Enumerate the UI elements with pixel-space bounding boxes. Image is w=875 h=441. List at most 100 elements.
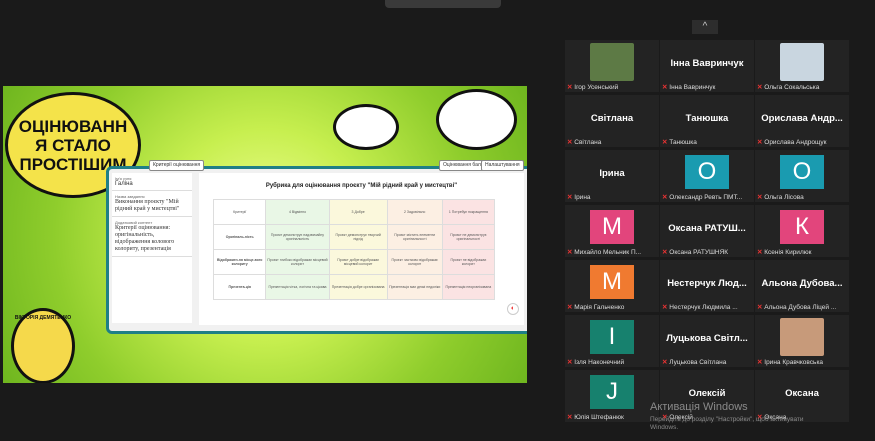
participant-label-text: Ізля Наконечний xyxy=(574,359,625,366)
windows-activation-line2: Windows. xyxy=(650,424,679,431)
participant-avatar: О xyxy=(780,155,824,189)
rubric-cell: Презентація має деякі недоліки xyxy=(386,274,443,300)
participant-tile[interactable]: Танюшка ✕ Танюшка xyxy=(660,95,754,147)
participant-label-text: Інна Вавринчук xyxy=(669,84,716,91)
participant-tile[interactable]: М ✕ Марія Гальченко xyxy=(565,260,659,312)
rubric-cell: Проєкт частково відображає колорит xyxy=(386,249,443,275)
criteria-button[interactable]: Критерії оцінювання xyxy=(149,160,205,171)
participant-tile[interactable]: Орислава Андр... ✕ Орислава Андрощук xyxy=(755,95,849,147)
participant-name-label: ✕ Ізля Наконечний xyxy=(567,358,657,366)
logo-text: ВІКТОРІЯ ДЕМЯТЕНКО xyxy=(14,315,72,321)
windows-activation-text: Перейдіть до розділу "Настройки", щоб ак… xyxy=(650,416,804,432)
participant-avatar: М xyxy=(590,210,634,244)
rubric-title: Рубрика для оцінювання проєкту "Мій рідн… xyxy=(265,183,458,189)
participant-display-name: Луцькова Світл... xyxy=(666,333,748,344)
bubble-line-2: Я СТАЛО xyxy=(35,135,111,155)
participant-label-text: Ірина Кравчковська xyxy=(764,359,824,366)
participant-tile[interactable]: Світлана ✕ Світлана xyxy=(565,95,659,147)
rubric-row: Оригіналь-ність Проєкт демонструє надзви… xyxy=(212,224,496,250)
participant-label-text: Луцькова Світлана xyxy=(669,359,727,366)
participant-name-label: ✕ Ольга Лісова xyxy=(757,193,847,201)
participant-video xyxy=(780,318,824,356)
rubric-cell: Презентація чітка, логічна та цікава xyxy=(265,274,330,300)
criterion-cell: Відображен-ня місце-вого колориту xyxy=(212,249,267,275)
participant-tile[interactable]: М ✕ Михайло Мельник П... xyxy=(565,205,659,257)
participant-tile[interactable]: К ✕ Ксенія Кирилюк xyxy=(755,205,849,257)
header-criteria: Критерії xyxy=(212,199,267,225)
rubric-table: Критерії 4 Відмінно 3 Добре 2 Задовільно… xyxy=(212,199,496,300)
participant-name-label: ✕ Орислава Андрощук xyxy=(757,138,847,146)
participant-name-label: ✕ Нестерчук Людмила ... xyxy=(662,303,752,311)
participant-tile[interactable]: Луцькова Світл... ✕ Луцькова Світлана xyxy=(660,315,754,367)
participant-label-text: Марія Гальченко xyxy=(574,304,625,311)
participant-tile[interactable]: Ірина ✕ Ірина xyxy=(565,150,659,202)
rubric-cell: Проєкт не відображає колорит xyxy=(441,249,496,275)
participant-avatar: О xyxy=(685,155,729,189)
participant-avatar: І xyxy=(590,320,634,354)
participant-display-name: Олексій xyxy=(688,388,726,399)
participant-tile[interactable]: J ✕ Юлія Штефанюк xyxy=(565,370,659,422)
participant-tile[interactable]: Нестерчук Люд... ✕ Нестерчук Людмила ... xyxy=(660,260,754,312)
participant-label-text: Орислава Андрощук xyxy=(764,139,827,146)
participant-video xyxy=(780,43,824,81)
rubric-panel: Критерії оцінювання Оцінювання балів Нал… xyxy=(106,160,527,334)
windows-activation-line1: Перейдіть до розділу "Настройки", щоб ак… xyxy=(650,416,804,423)
participant-tile[interactable]: Олексій ✕ Олексій xyxy=(660,370,754,422)
participant-tile[interactable]: Інна Вавринчук ✕ Інна Вавринчук xyxy=(660,40,754,92)
rubric-row: Відображен-ня місце-вого колориту Проєкт… xyxy=(212,249,496,275)
meeting-top-bar[interactable] xyxy=(385,0,501,8)
participant-display-name: Світлана xyxy=(590,113,634,124)
participant-name-label: ✕ Альона Дубова Ліцей ... xyxy=(757,303,847,311)
participant-tile[interactable]: Альона Дубова... ✕ Альона Дубова Ліцей ..… xyxy=(755,260,849,312)
rubric-row: Презента-ція Презентація чітка, логічна … xyxy=(212,274,496,300)
participant-name-label: ✕ Олександр Ревть ПМТ... xyxy=(662,193,752,201)
participant-name-label: ✕ Ірина Кравчковська xyxy=(757,358,847,366)
participant-display-name: Танюшка xyxy=(685,113,729,124)
student-name-value: Галіна xyxy=(115,181,133,187)
participant-label-text: Ігор Усенський xyxy=(574,84,619,91)
criterion-cell: Презента-ція xyxy=(212,274,267,300)
rubric-cell: Проєкт містить елементи оригінальності xyxy=(386,224,443,250)
rubric-cell: Презентація неорганізована xyxy=(441,274,496,300)
header-1: 1 Потребує покращення xyxy=(441,199,496,225)
participant-tile[interactable]: ✕ Ігор Усенський xyxy=(565,40,659,92)
rubric-cell: Проєкт добре відображає місцевий колорит xyxy=(328,249,388,275)
participant-label-text: Ольга Сокальська xyxy=(764,84,820,91)
settings-button[interactable]: Налаштування xyxy=(481,160,524,171)
cloud-shape-1 xyxy=(333,104,399,150)
author-logo: ВІКТОРІЯ ДЕМЯТЕНКО xyxy=(11,308,75,383)
participant-label-text: Альона Дубова Ліцей ... xyxy=(764,304,837,311)
participant-name-label: ✕ Світлана xyxy=(567,138,657,146)
participant-display-name: Альона Дубова... xyxy=(761,278,843,289)
participant-label-text: Оксана РАТУШНЯК xyxy=(669,249,729,256)
cloud-shape-2 xyxy=(436,89,517,150)
participant-tile[interactable]: О ✕ Ольга Лісова xyxy=(755,150,849,202)
participant-label-text: Ольга Лісова xyxy=(764,194,804,201)
participant-tile[interactable]: І ✕ Ізля Наконечний xyxy=(565,315,659,367)
participant-name-label: ✕ Ольга Сокальська xyxy=(757,83,847,91)
ai-assistant-icon[interactable]: ◐ xyxy=(507,303,519,315)
participant-tile[interactable]: Оксана РАТУШ... ✕ Оксана РАТУШНЯК xyxy=(660,205,754,257)
participant-name-label: ✕ Юлія Штефанюк xyxy=(567,413,657,421)
participant-name-label: ✕ Оксана РАТУШНЯК xyxy=(662,248,752,256)
rubric-cell: Проєкт не демонструє оригінальності xyxy=(441,224,496,250)
participant-label-text: Олександр Ревть ПМТ... xyxy=(669,194,743,201)
criterion-cell: Оригіналь-ність xyxy=(212,224,267,250)
participant-label-text: Ксенія Кирилюк xyxy=(764,249,812,256)
windows-activation-title: Активація Windows xyxy=(650,401,748,413)
participant-avatar: J xyxy=(590,375,634,409)
header-2: 2 Задовільно xyxy=(386,199,443,225)
participant-tile[interactable]: ✕ Ірина Кравчковська xyxy=(755,315,849,367)
participant-avatar: К xyxy=(780,210,824,244)
participant-name-label: ✕ Ірина xyxy=(567,193,657,201)
participant-name-label: ✕ Луцькова Світлана xyxy=(662,358,752,366)
participant-tile[interactable]: О ✕ Олександр Ревть ПМТ... xyxy=(660,150,754,202)
participant-label-text: Михайло Мельник П... xyxy=(574,249,642,256)
participant-tile[interactable]: Оксана ✕ Оксана xyxy=(755,370,849,422)
task-info-column: Ім'я учня Галіна Назва завдання Виконанн… xyxy=(112,173,192,323)
participant-name-label: ✕ Михайло Мельник П... xyxy=(567,248,657,256)
participant-label-text: Нестерчук Людмила ... xyxy=(669,304,738,311)
participant-name-label: ✕ Танюшка xyxy=(662,138,752,146)
collapse-gallery-button[interactable]: ^ xyxy=(692,20,718,34)
participant-tile[interactable]: ✕ Ольга Сокальська xyxy=(755,40,849,92)
